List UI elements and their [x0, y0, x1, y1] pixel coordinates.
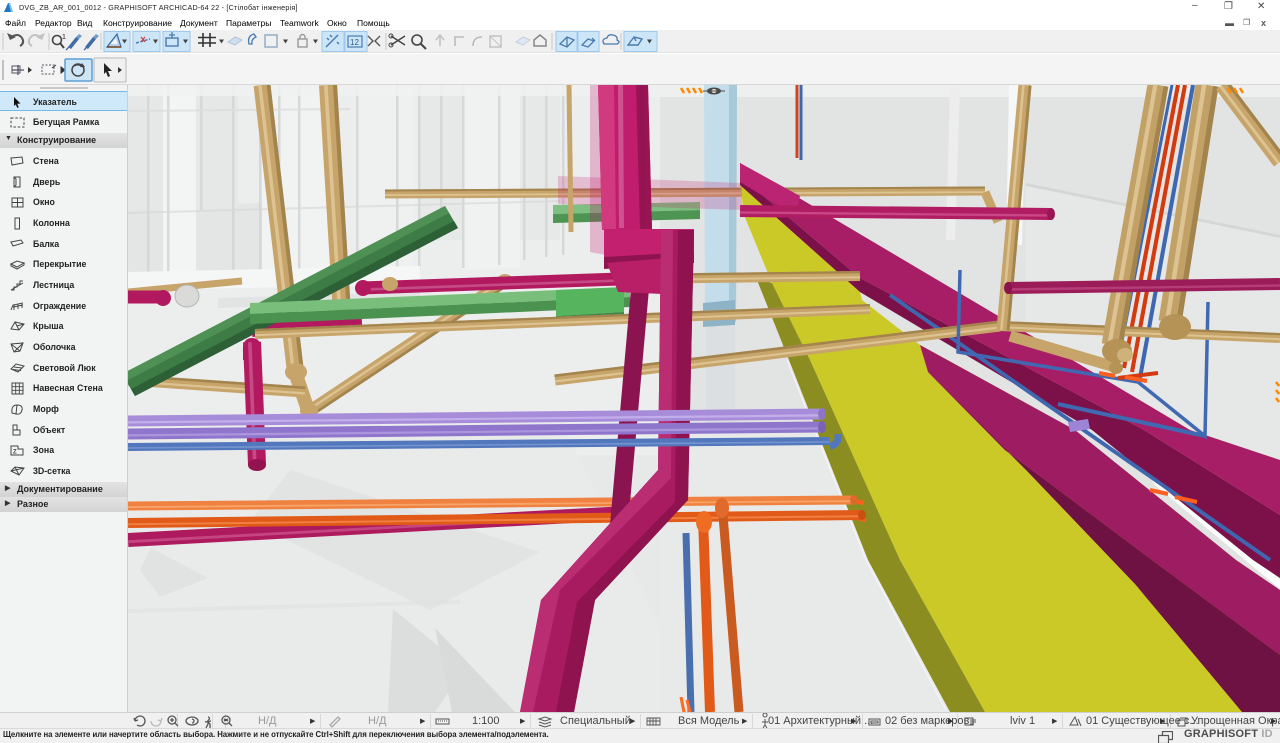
svg-text:Z: Z [13, 450, 17, 456]
svg-text:12: 12 [350, 38, 359, 47]
svg-text:1: 1 [62, 34, 66, 41]
